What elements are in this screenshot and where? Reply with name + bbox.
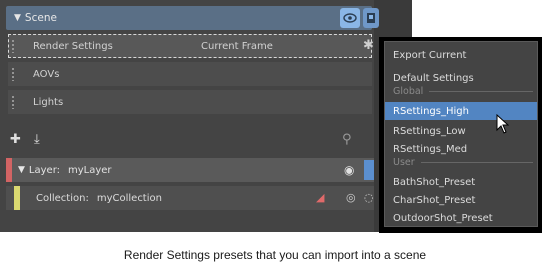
render-settings-row[interactable]: Render Settings Current Frame ✱ (8, 34, 374, 58)
menu-item-default-settings[interactable]: Default Settings (385, 69, 537, 87)
isolate-icon[interactable]: ◌ (364, 191, 374, 204)
menu-item-bathshot-preset[interactable]: BathShot_Preset (385, 173, 537, 191)
menu-item-rsettings-high[interactable]: RSettings_High (385, 102, 537, 120)
collection-prefix: Collection: (36, 192, 89, 204)
menu-item-rsettings-low[interactable]: RSettings_Low (385, 122, 537, 140)
collection-name: myCollection (96, 192, 162, 204)
expand-triangle-icon[interactable]: ▼ (14, 13, 21, 23)
render-settings-label: Render Settings (33, 40, 113, 52)
lock-icon[interactable]: ⚲ (342, 132, 352, 147)
import-icon[interactable]: ⤓ (34, 132, 40, 147)
presets-menu: Export Current Default Settings Global R… (384, 41, 538, 227)
lights-row[interactable]: Lights (8, 90, 372, 114)
render-toggle[interactable] (364, 160, 374, 180)
figure-caption: Render Settings presets that you can imp… (123, 248, 427, 262)
collection-row[interactable]: Collection: myCollection ◢ ◎ ◌ (6, 186, 374, 210)
gear-icon[interactable]: ✱ (363, 38, 374, 53)
override-icon[interactable]: ◢ (316, 191, 324, 204)
scene-label: Scene (24, 12, 57, 24)
aovs-label: AOVs (33, 68, 60, 80)
menu-item-export-current[interactable]: Export Current (385, 46, 537, 64)
menu-section-user: User (393, 157, 533, 168)
drag-handle-icon[interactable] (11, 39, 15, 53)
add-layer-icon[interactable]: ✚ (10, 132, 21, 147)
aovs-row[interactable]: AOVs (8, 62, 372, 86)
render-settings-value: Current Frame (201, 40, 273, 52)
toolbar: ✚ ⤓ ⚲ (8, 130, 374, 154)
lights-label: Lights (33, 96, 64, 108)
expand-triangle-icon[interactable]: ▼ (18, 165, 25, 175)
layer-row[interactable]: ▼ Layer: myLayer ◉ (6, 158, 374, 182)
eye-icon[interactable]: ◉ (344, 163, 354, 177)
layer-name: myLayer (68, 164, 112, 176)
layer-prefix: Layer: (28, 164, 60, 176)
drag-handle-icon[interactable] (11, 67, 15, 81)
render-setup-panel: ▼ Scene Render Settings Current Frame ✱ … (0, 0, 412, 232)
menu-item-outdoorshot-preset[interactable]: OutdoorShot_Preset (385, 209, 537, 227)
layer-color-swatch (6, 158, 12, 182)
menu-item-rsettings-med[interactable]: RSettings_Med (385, 140, 537, 158)
target-icon[interactable]: ◎ (346, 191, 356, 204)
screenshot-frame: ▼ Scene Render Settings Current Frame ✱ … (0, 0, 550, 233)
collection-color-swatch (14, 186, 20, 210)
menu-section-global: Global (393, 86, 533, 97)
visibility-eye-icon[interactable] (340, 8, 360, 28)
render-layer-icon[interactable] (363, 8, 379, 28)
menu-item-charshot-preset[interactable]: CharShot_Preset (385, 191, 537, 209)
scene-header[interactable]: ▼ Scene (6, 6, 379, 30)
drag-handle-icon[interactable] (11, 95, 15, 109)
mouse-cursor-icon (496, 114, 510, 134)
